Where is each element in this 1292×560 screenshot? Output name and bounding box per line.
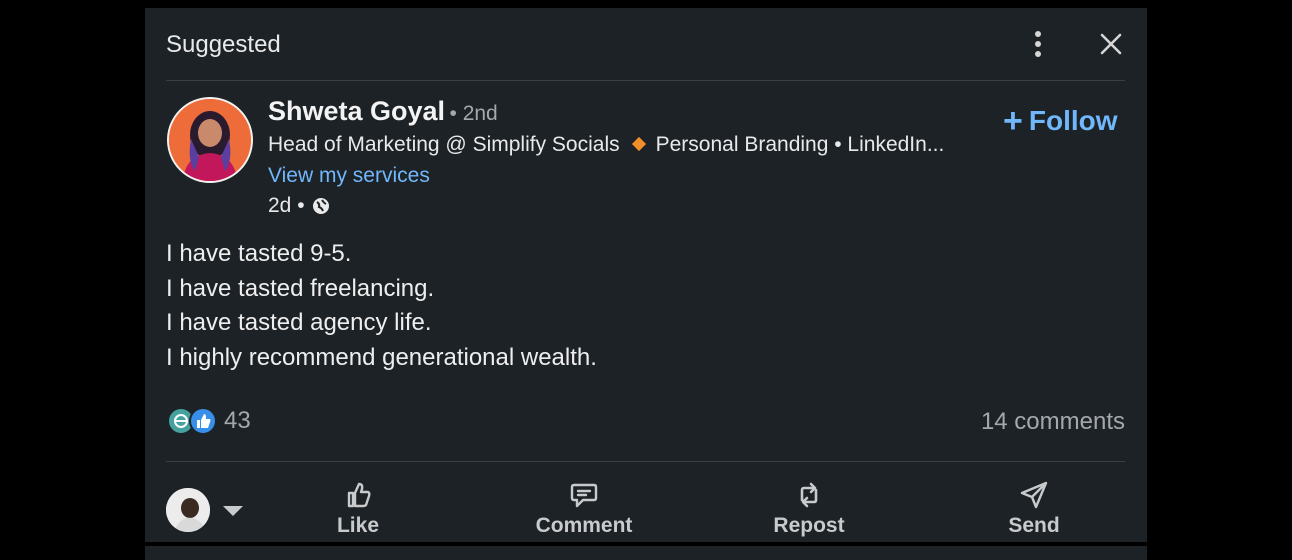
like-icon bbox=[189, 407, 217, 435]
post-line: I have tasted agency life. bbox=[166, 309, 432, 337]
follow-label: Follow bbox=[1028, 105, 1118, 136]
headline-part2: Personal Branding • LinkedIn... bbox=[655, 133, 945, 156]
orange-diamond-icon bbox=[631, 137, 646, 152]
thumbs-up-icon bbox=[347, 482, 371, 508]
author-headline: Head of Marketing @ Simplify Socials Pers… bbox=[268, 133, 944, 157]
headline-part1: Head of Marketing @ Simplify Socials bbox=[268, 133, 620, 156]
more-options-icon[interactable] bbox=[1028, 30, 1048, 58]
send-label: Send bbox=[1008, 514, 1060, 537]
post-action-bar: Like Comment Repost Send bbox=[145, 462, 1147, 542]
author-name[interactable]: Shweta Goyal bbox=[268, 96, 445, 126]
comment-label: Comment bbox=[535, 514, 633, 537]
post-line: I have tasted 9-5. bbox=[166, 240, 352, 267]
comments-count[interactable]: 14 comments bbox=[981, 408, 1125, 436]
repost-label: Repost bbox=[773, 514, 845, 537]
suggested-post-card: Suggested Shweta Goyal • 2nd Head of Mar… bbox=[145, 8, 1147, 542]
post-time: 2d • bbox=[268, 194, 305, 217]
repost-icon bbox=[800, 482, 818, 508]
comment-icon bbox=[570, 483, 598, 508]
plus-icon: + bbox=[1003, 102, 1023, 140]
follow-button[interactable]: + Follow bbox=[1003, 100, 1118, 140]
post-timestamp: 2d • bbox=[268, 194, 330, 218]
close-icon[interactable] bbox=[1099, 32, 1123, 56]
suggested-label: Suggested bbox=[166, 31, 281, 58]
send-icon bbox=[1020, 481, 1048, 509]
reaction-count: 43 bbox=[224, 407, 251, 434]
author-line: Shweta Goyal • 2nd bbox=[268, 96, 498, 127]
current-user-avatar[interactable] bbox=[166, 488, 210, 532]
connection-degree: • 2nd bbox=[449, 102, 498, 125]
comment-button[interactable]: Comment bbox=[524, 480, 644, 538]
repost-button[interactable]: Repost bbox=[749, 480, 869, 538]
reaction-icons bbox=[166, 406, 220, 436]
header-divider bbox=[166, 80, 1125, 81]
author-photo bbox=[169, 99, 251, 181]
post-line: I highly recommend generational wealth. bbox=[166, 344, 597, 372]
globe-icon bbox=[313, 198, 330, 215]
post-line: I have tasted freelancing. bbox=[166, 274, 435, 302]
chevron-down-icon[interactable] bbox=[221, 504, 245, 518]
like-button[interactable]: Like bbox=[298, 480, 418, 538]
like-label: Like bbox=[336, 514, 380, 537]
next-card-edge bbox=[145, 546, 1147, 560]
author-avatar[interactable] bbox=[167, 97, 253, 183]
send-button[interactable]: Send bbox=[974, 480, 1094, 538]
reactions-summary[interactable]: 43 bbox=[166, 406, 251, 436]
view-services-link[interactable]: View my services bbox=[268, 164, 430, 188]
post-body: I have tasted 9-5. I have tasted freelan… bbox=[166, 237, 597, 376]
